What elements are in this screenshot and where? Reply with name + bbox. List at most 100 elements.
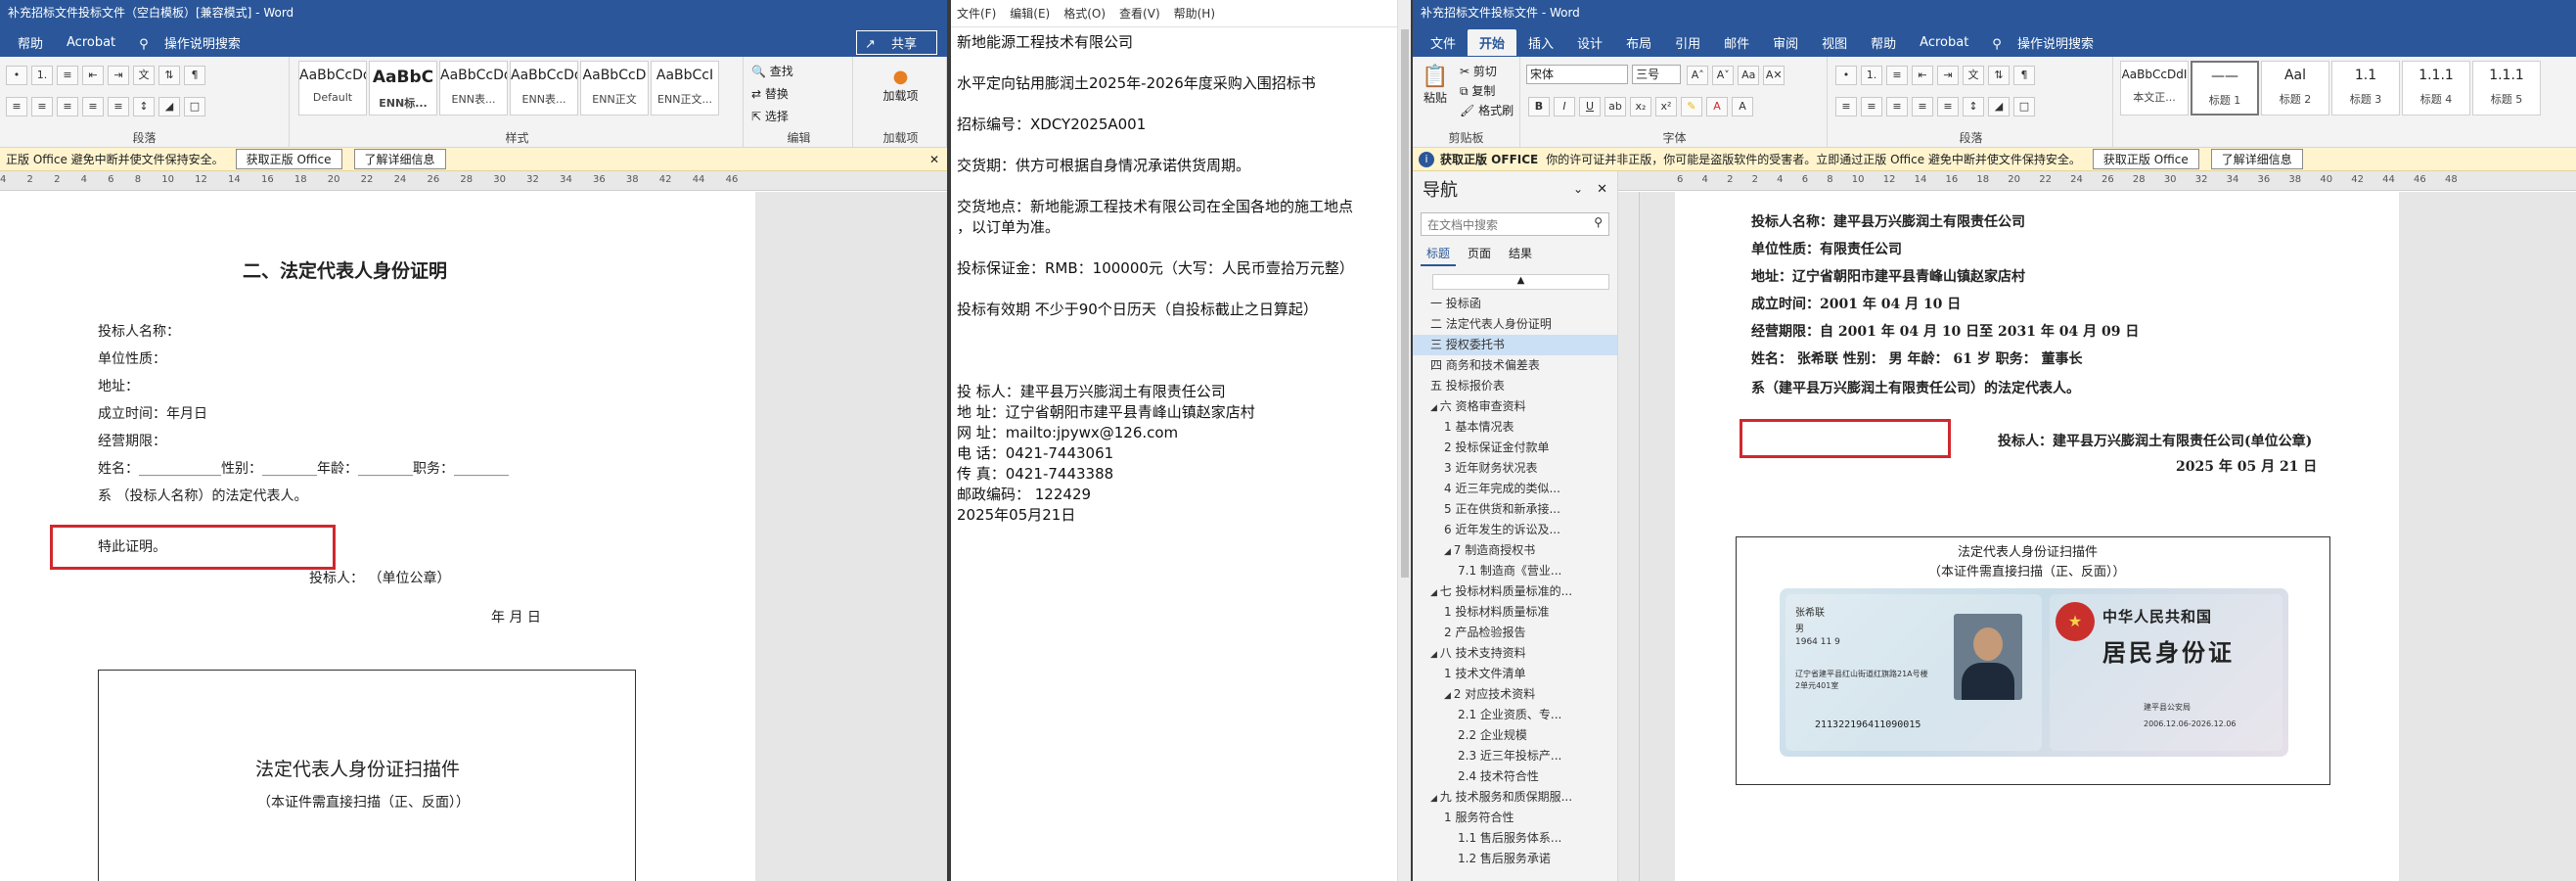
align-left-icon[interactable]: ≡ [6, 97, 27, 116]
distributed-icon[interactable]: ≡ [108, 97, 129, 116]
decrease-indent-icon[interactable]: ⇤ [1912, 66, 1933, 85]
tell-me-search[interactable]: ⚲ 操作说明搜索 [127, 29, 264, 56]
nav-heading-item[interactable]: 1 技术文件清单 [1413, 664, 1617, 684]
tab-acrobat[interactable]: Acrobat [1908, 31, 1980, 54]
get-office-button[interactable]: 获取正版 Office [2092, 149, 2199, 169]
nav-heading-item[interactable]: 二 法定代表人身份证明 [1413, 314, 1617, 335]
sort-icon[interactable]: ⇅ [158, 66, 180, 85]
vertical-scrollbar[interactable] [1397, 0, 1411, 881]
search-icon[interactable]: ⚲ [1594, 215, 1603, 229]
replace-button[interactable]: ⇄ 替换 [751, 85, 846, 102]
nav-heading-item[interactable]: ◢ 六 资格审查资料 [1413, 396, 1617, 417]
justify-icon[interactable]: ≡ [1912, 97, 1933, 116]
nav-heading-item[interactable]: 一 投标函 [1413, 294, 1617, 314]
numbering-icon[interactable]: 1. [31, 66, 53, 85]
tab-home[interactable]: 开始 [1468, 28, 1517, 56]
expand-collapse-icon[interactable]: ◢ [1430, 794, 1440, 804]
get-office-button[interactable]: 获取正版 Office [235, 149, 342, 169]
strikethrough-icon[interactable]: ab [1604, 97, 1626, 116]
shrink-font-icon[interactable]: A˅ [1712, 66, 1735, 85]
menu-edit[interactable]: 编辑(E) [1010, 5, 1050, 22]
style-body-text[interactable]: AaBbCcDdI 本文正... [2120, 61, 2189, 116]
nav-heading-item[interactable]: 4 近三年完成的类似... [1413, 479, 1617, 499]
style-enn-heading[interactable]: AaBbC ENN标... [369, 61, 437, 116]
increase-indent-icon[interactable]: ⇥ [1937, 66, 1959, 85]
chinese-layout-icon[interactable]: 文 [1963, 66, 1984, 85]
nav-heading-item[interactable]: 6 近年发生的诉讼及... [1413, 520, 1617, 540]
style-enn-table2[interactable]: AaBbCcDd ENN表... [510, 61, 578, 116]
paste-button[interactable]: 📋 粘贴 [1419, 65, 1452, 106]
superscript-icon[interactable]: x² [1655, 97, 1677, 116]
tab-mailings[interactable]: 邮件 [1712, 29, 1761, 56]
tab-help[interactable]: 帮助 [1859, 29, 1908, 56]
highlight-icon[interactable]: ✎ [1681, 97, 1702, 116]
tab-layout[interactable]: 布局 [1614, 29, 1663, 56]
chevron-down-icon[interactable]: ⌄ [1573, 182, 1583, 196]
align-left-icon[interactable]: ≡ [1835, 97, 1857, 116]
align-right-icon[interactable]: ≡ [1886, 97, 1908, 116]
close-icon[interactable]: ✕ [929, 153, 939, 166]
addin-icon[interactable]: ● [855, 67, 946, 87]
align-center-icon[interactable]: ≡ [1861, 97, 1882, 116]
align-right-icon[interactable]: ≡ [57, 97, 78, 116]
tab-design[interactable]: 设计 [1565, 29, 1614, 56]
style-default[interactable]: AaBbCcDd Default [298, 61, 367, 116]
style-heading-3[interactable]: 1.1 标题 3 [2331, 61, 2400, 116]
borders-icon[interactable]: □ [2013, 97, 2035, 116]
expand-collapse-icon[interactable]: ◢ [1430, 588, 1440, 598]
nav-tab-headings[interactable]: 标题 [1421, 242, 1457, 266]
addin-button-label[interactable]: 加载项 [855, 87, 946, 104]
chinese-layout-icon[interactable]: 文 [133, 66, 155, 85]
close-icon[interactable]: ✕ [1597, 182, 1607, 197]
nav-heading-item[interactable]: 四 商务和技术偏差表 [1413, 355, 1617, 376]
notepad-text-area[interactable]: 新地能源工程技术有限公司 水平定向钻用膨润土2025年-2026年度采购入围招标… [951, 27, 1411, 881]
select-button[interactable]: ⇱ 选择 [751, 108, 846, 124]
font-color-icon[interactable]: A [1706, 97, 1728, 116]
char-shading-icon[interactable]: A [1732, 97, 1753, 116]
italic-icon[interactable]: I [1554, 97, 1575, 116]
bold-icon[interactable]: B [1528, 97, 1550, 116]
underline-icon[interactable]: U [1579, 97, 1601, 116]
nav-heading-item[interactable]: 2.3 近三年投标产... [1413, 746, 1617, 766]
menu-file[interactable]: 文件(F) [957, 5, 996, 22]
bullets-icon[interactable]: • [1835, 66, 1857, 85]
document-page[interactable]: 投标人名称：建平县万兴膨润土有限责任公司 单位性质：有限责任公司 地址：辽宁省朝… [1675, 192, 2399, 881]
tab-view[interactable]: 视图 [1810, 29, 1859, 56]
share-button[interactable]: ↗ 共享 [855, 29, 937, 55]
tell-me-search[interactable]: ⚲ 操作说明搜索 [1980, 29, 2117, 56]
learn-more-button[interactable]: 了解详细信息 [353, 149, 446, 169]
style-heading-1[interactable]: —— 标题 1 [2191, 61, 2259, 116]
font-size-select[interactable]: 三号 [1632, 65, 1682, 84]
shading-icon[interactable]: ◢ [158, 97, 180, 116]
nav-heading-item[interactable]: ◢ 八 技术支持资料 [1413, 643, 1617, 664]
collapse-all-icon[interactable]: ▲ [1432, 274, 1609, 290]
expand-collapse-icon[interactable]: ◢ [1430, 650, 1440, 660]
nav-heading-item[interactable]: 2.4 技术符合性 [1413, 766, 1617, 787]
style-enn-table1[interactable]: AaBbCcDd ENN表... [439, 61, 508, 116]
align-center-icon[interactable]: ≡ [31, 97, 53, 116]
scrollbar-thumb[interactable] [1401, 29, 1409, 578]
cut-button[interactable]: ✂ 剪切 [1460, 63, 1497, 79]
line-spacing-icon[interactable]: ↕ [133, 97, 155, 116]
nav-heading-item[interactable]: 3 近年财务状况表 [1413, 458, 1617, 479]
bullets-icon[interactable]: • [6, 66, 27, 85]
subscript-icon[interactable]: x₂ [1630, 97, 1651, 116]
menu-view[interactable]: 查看(V) [1119, 5, 1160, 22]
distributed-icon[interactable]: ≡ [1937, 97, 1959, 116]
nav-heading-item[interactable]: ◢ 九 技术服务和质保期服... [1413, 787, 1617, 808]
sort-icon[interactable]: ⇅ [1988, 66, 2010, 85]
nav-heading-item[interactable]: ◢ 2 对应技术资料 [1413, 684, 1617, 705]
line-spacing-icon[interactable]: ↕ [1963, 97, 1984, 116]
decrease-indent-icon[interactable]: ⇤ [82, 66, 104, 85]
expand-collapse-icon[interactable]: ◢ [1430, 403, 1440, 413]
tab-insert[interactable]: 插入 [1516, 29, 1565, 56]
clear-format-icon[interactable]: A✕ [1763, 66, 1785, 85]
numbering-icon[interactable]: 1. [1861, 66, 1882, 85]
nav-tab-pages[interactable]: 页面 [1456, 242, 1503, 266]
copy-button[interactable]: ⧉ 复制 [1460, 82, 1495, 99]
find-button[interactable]: 🔍 查找 [751, 63, 846, 79]
nav-heading-item[interactable]: 7.1 制造商《营业... [1413, 561, 1617, 581]
nav-heading-item[interactable]: 2 投标保证金付款单 [1413, 438, 1617, 458]
tab-help[interactable]: 帮助 [6, 29, 55, 56]
style-heading-2[interactable]: Aal 标题 2 [2261, 61, 2329, 116]
